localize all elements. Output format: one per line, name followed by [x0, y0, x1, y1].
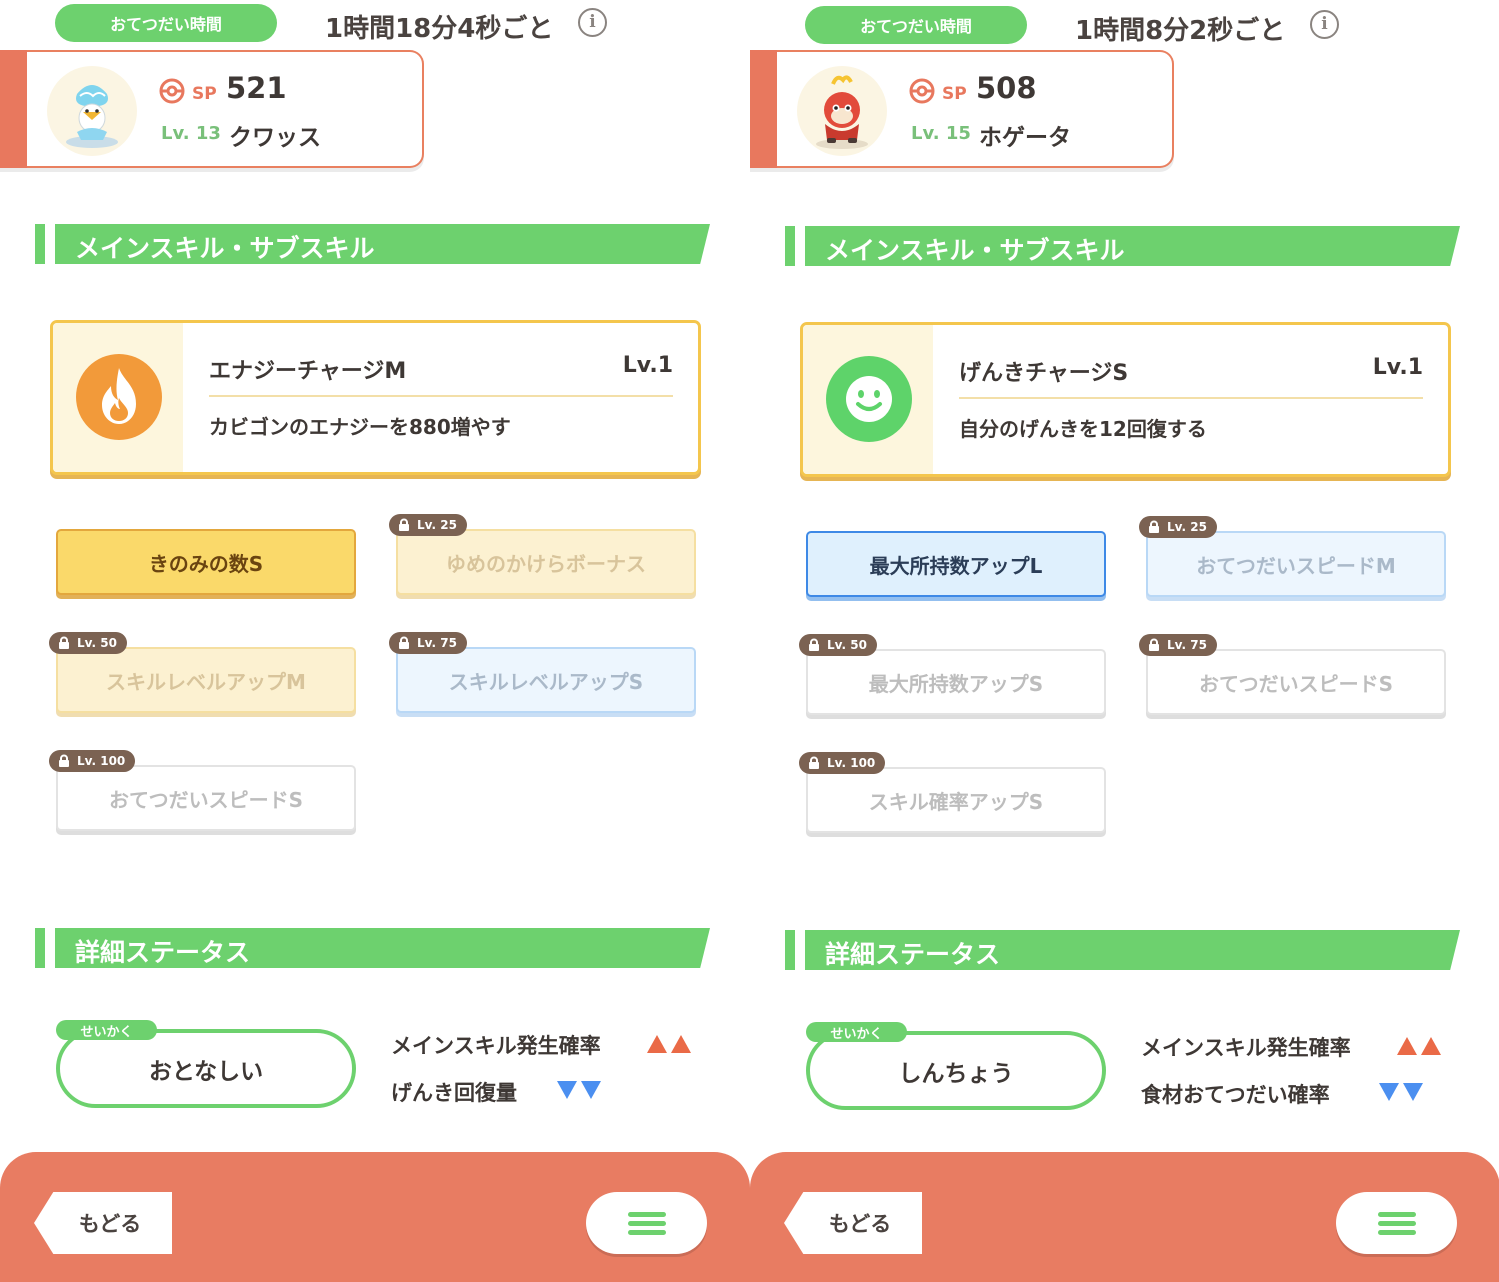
- menu-button[interactable]: [1336, 1192, 1457, 1254]
- effect-up-label: メインスキル発生確率: [1141, 1036, 1351, 1060]
- pokemon-level: Lv. 15: [911, 123, 971, 144]
- sub-skill-2[interactable]: おてつだいスピードM: [1146, 531, 1446, 597]
- sub-skill-5[interactable]: おてつだいスピードS: [56, 765, 356, 831]
- sub-skill-3[interactable]: 最大所持数アップS: [806, 649, 1106, 715]
- card-accent-stripe: [750, 50, 777, 168]
- sp-value: 508: [976, 71, 1037, 105]
- nature-box: しんちょう: [806, 1031, 1106, 1110]
- menu-icon: [1377, 1208, 1416, 1239]
- sub-skill-5[interactable]: スキル確率アップS: [806, 767, 1106, 833]
- flame-icon: [76, 354, 162, 440]
- lock-level: Lv. 75: [1167, 638, 1207, 652]
- lock-badge: Lv. 50: [799, 634, 877, 656]
- pokemon-card: SP 508 Lv. 15 ホゲータ: [750, 50, 1174, 168]
- main-skill-level: Lv.1: [1372, 355, 1423, 380]
- lock-icon: [809, 638, 819, 651]
- sp-label: SP: [942, 84, 967, 104]
- menu-icon: [627, 1208, 666, 1239]
- main-skill-description: 自分のげんきを12回復する: [959, 417, 1207, 441]
- down-arrows-icon: [1379, 1083, 1423, 1101]
- lock-level: Lv. 25: [417, 518, 457, 532]
- lock-icon: [59, 754, 69, 767]
- section-header-status: 詳細ステータス: [35, 928, 710, 968]
- sub-skill-1[interactable]: 最大所持数アップL: [806, 531, 1106, 597]
- pokemon-detail-panel-right: おてつだい時間 1時間8分2秒ごと i SP 508 Lv. 15 ホゲータ メ…: [750, 0, 1499, 1282]
- pokemon-avatar: [797, 66, 887, 156]
- lock-level: Lv. 25: [1167, 520, 1207, 534]
- smiley-icon: [826, 356, 912, 442]
- section-header-skills: メインスキル・サブスキル: [35, 224, 710, 264]
- lock-icon: [1149, 520, 1159, 533]
- card-accent-stripe: [0, 50, 27, 168]
- main-skill-name: げんきチャージS: [959, 361, 1129, 386]
- sp-value: 521: [226, 71, 287, 105]
- pokeball-icon: [159, 78, 185, 104]
- lock-level: Lv. 50: [827, 638, 867, 652]
- lock-icon: [809, 756, 819, 769]
- pokemon-name: ホゲータ: [979, 125, 1071, 151]
- main-skill-description: カビゴンのエナジーを880増やす: [209, 415, 511, 439]
- lock-level: Lv. 50: [77, 636, 117, 650]
- lock-badge: Lv. 50: [49, 632, 127, 654]
- sub-skill-1[interactable]: きのみの数S: [56, 529, 356, 595]
- pokemon-card: SP 521 Lv. 13 クワッス: [0, 50, 424, 168]
- effect-down-label: げんき回復量: [391, 1081, 517, 1105]
- section-title: 詳細ステータス: [75, 938, 251, 967]
- effect-up-label: メインスキル発生確率: [391, 1034, 601, 1058]
- lock-badge: Lv. 25: [1139, 516, 1217, 538]
- divider: [209, 395, 673, 397]
- sp-label: SP: [192, 84, 217, 104]
- lock-level: Lv. 100: [827, 756, 876, 770]
- back-button[interactable]: もどる: [34, 1192, 172, 1254]
- pokemon-name: クワッス: [229, 125, 321, 151]
- divider: [959, 397, 1423, 399]
- lock-icon: [59, 636, 69, 649]
- pokemon-detail-panel-left: おてつだい時間 1時間18分4秒ごと i SP 521 Lv. 13 クワッス: [0, 0, 750, 1282]
- main-skill-level: Lv.1: [622, 353, 673, 378]
- pokeball-icon: [909, 78, 935, 104]
- up-arrows-icon: [647, 1035, 691, 1053]
- sub-skill-4[interactable]: おてつだいスピードS: [1146, 649, 1446, 715]
- main-skill-card[interactable]: げんきチャージS Lv.1 自分のげんきを12回復する: [800, 322, 1451, 477]
- section-title: 詳細ステータス: [825, 940, 1001, 969]
- lock-badge: Lv. 25: [389, 514, 467, 536]
- info-icon[interactable]: i: [578, 8, 607, 37]
- lock-icon: [1149, 638, 1159, 651]
- lock-badge: Lv. 100: [799, 752, 886, 774]
- sub-skill-4[interactable]: スキルレベルアップS: [396, 647, 696, 713]
- help-time-label: おてつだい時間: [55, 4, 277, 42]
- sub-skill-2[interactable]: ゆめのかけらボーナス: [396, 529, 696, 595]
- lock-badge: Lv. 75: [1139, 634, 1217, 656]
- pokemon-avatar: [47, 66, 137, 156]
- section-header-status: 詳細ステータス: [785, 930, 1460, 970]
- nature-tag: せいかく: [806, 1022, 907, 1042]
- effect-down-label: 食材おてつだい確率: [1141, 1083, 1330, 1107]
- main-skill-name: エナジーチャージM: [209, 359, 407, 384]
- sub-skill-3[interactable]: スキルレベルアップM: [56, 647, 356, 713]
- lock-badge: Lv. 75: [389, 632, 467, 654]
- back-button[interactable]: もどる: [784, 1192, 922, 1254]
- info-icon[interactable]: i: [1310, 10, 1339, 39]
- section-header-skills: メインスキル・サブスキル: [785, 226, 1460, 266]
- lock-level: Lv. 75: [417, 636, 457, 650]
- main-skill-card[interactable]: エナジーチャージM Lv.1 カビゴンのエナジーを880増やす: [50, 320, 701, 475]
- pokemon-level: Lv. 13: [161, 123, 221, 144]
- lock-level: Lv. 100: [77, 754, 126, 768]
- down-arrows-icon: [557, 1081, 601, 1099]
- lock-icon: [399, 636, 409, 649]
- help-time-value: 1時間18分4秒ごと: [325, 14, 554, 44]
- menu-button[interactable]: [586, 1192, 707, 1254]
- nature-tag: せいかく: [56, 1020, 157, 1040]
- lock-badge: Lv. 100: [49, 750, 136, 772]
- section-title: メインスキル・サブスキル: [75, 234, 375, 263]
- help-time-label: おてつだい時間: [805, 6, 1027, 44]
- section-title: メインスキル・サブスキル: [825, 236, 1125, 265]
- help-time-value: 1時間8分2秒ごと: [1075, 16, 1286, 46]
- up-arrows-icon: [1397, 1037, 1441, 1055]
- lock-icon: [399, 518, 409, 531]
- nature-box: おとなしい: [56, 1029, 356, 1108]
